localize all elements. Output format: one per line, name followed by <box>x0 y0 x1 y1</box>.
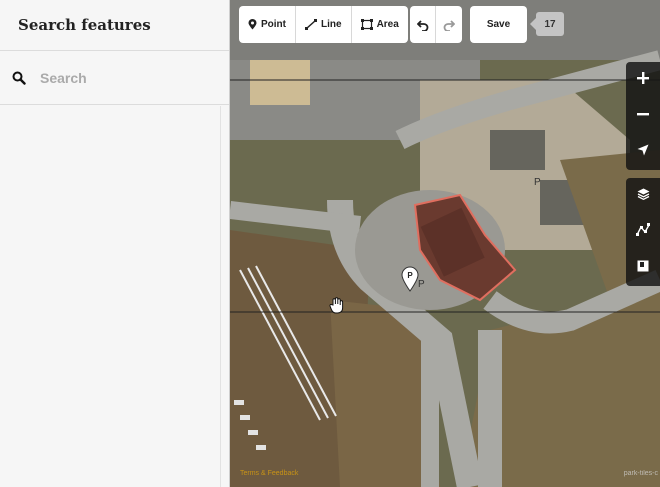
add-point-label: Point <box>261 19 286 30</box>
redo-icon <box>443 19 455 31</box>
redo-button[interactable] <box>436 6 462 43</box>
undo-button[interactable] <box>410 6 436 43</box>
parking-label: P <box>534 177 541 188</box>
add-area-label: Area <box>376 19 399 30</box>
save-count-badge: 17 <box>530 12 564 36</box>
parking-label: P <box>418 279 425 290</box>
zoom-in-button[interactable] <box>626 62 660 98</box>
line-icon <box>305 19 317 30</box>
satellite-imagery: P P <box>230 0 660 487</box>
pin-label: P <box>407 271 413 280</box>
hand-cursor-icon <box>329 297 345 320</box>
undo-redo-group <box>410 6 462 43</box>
issues-button[interactable] <box>626 250 660 286</box>
search-input[interactable] <box>40 69 210 86</box>
sidebar: Search features <box>0 0 230 487</box>
background-settings-button[interactable] <box>626 178 660 214</box>
add-feature-group: Point Line Area <box>239 6 408 43</box>
sidebar-title: Search features <box>18 16 151 34</box>
minus-icon <box>637 107 649 125</box>
issues-icon <box>637 259 649 277</box>
plus-icon <box>637 71 649 89</box>
attribution-link[interactable]: Terms & Feedback <box>240 470 298 477</box>
layers-icon <box>637 187 650 205</box>
save-button[interactable]: Save <box>470 6 527 43</box>
draw-toolbar: Point Line Area <box>239 6 408 43</box>
point-pin-icon <box>248 19 257 30</box>
undo-icon <box>416 19 429 31</box>
map-zoom-controls <box>626 62 660 170</box>
imagery-credit: park-tiles-c <box>623 470 658 477</box>
search-bar[interactable] <box>0 51 229 105</box>
sidebar-header: Search features <box>0 0 229 51</box>
map-pin-marker[interactable]: P <box>401 266 419 297</box>
map-data-icon <box>636 223 650 241</box>
add-line-button[interactable]: Line <box>296 6 352 43</box>
map-data-button[interactable] <box>626 214 660 250</box>
sidebar-divider[interactable] <box>220 106 221 487</box>
zoom-out-button[interactable] <box>626 98 660 134</box>
area-icon <box>360 19 373 30</box>
add-area-button[interactable]: Area <box>352 6 408 43</box>
geolocate-button[interactable] <box>626 134 660 170</box>
locate-arrow-icon <box>637 143 649 161</box>
search-icon <box>12 71 26 85</box>
map-canvas[interactable]: P P <box>230 0 660 487</box>
add-line-label: Line <box>321 19 342 30</box>
map-panel-controls <box>626 178 660 286</box>
add-point-button[interactable]: Point <box>239 6 296 43</box>
